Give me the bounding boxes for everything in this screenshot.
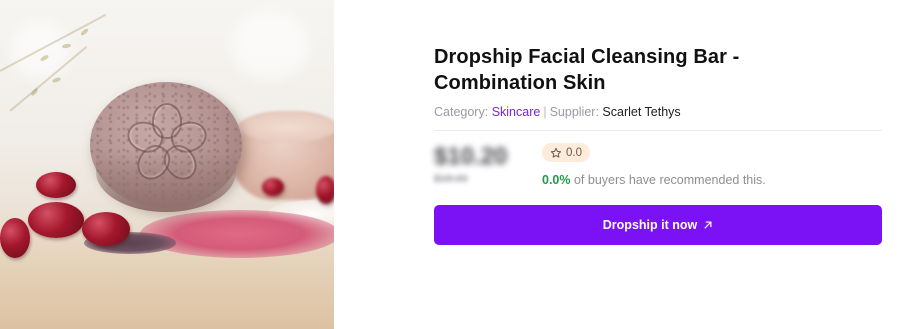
leaf-decoration: [30, 87, 39, 97]
recommend-percent: 0.0%: [542, 173, 571, 187]
dropship-button-label: Dropship it now: [602, 218, 698, 232]
category-label: Category:: [434, 105, 489, 119]
supplier-label: Supplier:: [549, 105, 599, 119]
arrow-up-right-icon: [704, 221, 712, 229]
supplier-name[interactable]: Scarlet Tethys: [602, 105, 680, 119]
star-icon: [550, 147, 562, 158]
product-meta: Category: Skincare | Supplier: Scarlet Tet…: [434, 104, 882, 120]
soap-bar-background-top: [238, 112, 334, 142]
berry: [36, 172, 76, 198]
rating-badge: 0.0: [542, 143, 590, 162]
berry: [82, 212, 130, 246]
bokeh-light: [230, 10, 310, 80]
berry: [28, 202, 84, 238]
product-title: Dropship Facial Cleansing Bar - Combinat…: [434, 44, 882, 96]
dropship-button[interactable]: Dropship it now: [434, 205, 882, 245]
berry: [316, 176, 334, 204]
berry: [0, 218, 30, 258]
price-row: $10.20 $18.00 0.0 0.0% of buyers have re…: [434, 143, 882, 193]
recommend-caption: of buyers have recommended this.: [570, 173, 766, 187]
recommendation-text: 0.0% of buyers have recommended this.: [542, 173, 766, 187]
product-image[interactable]: [0, 0, 334, 329]
product-card: Dropship Facial Cleansing Bar - Combinat…: [0, 0, 910, 329]
pink-powder: [140, 210, 334, 258]
leaf-decoration: [51, 76, 62, 84]
category-link[interactable]: Skincare: [492, 105, 541, 119]
product-details: Dropship Facial Cleansing Bar - Combinat…: [434, 44, 882, 193]
divider: [434, 130, 882, 131]
price: $10.20: [434, 143, 508, 170]
meta-separator: |: [543, 105, 547, 119]
rating-value: 0.0: [566, 146, 582, 159]
original-price: $18.00: [434, 173, 468, 185]
berry: [262, 178, 284, 196]
product-title-line-2: Combination Skin: [434, 72, 606, 94]
product-title-line-1: Dropship Facial Cleansing Bar -: [434, 46, 740, 68]
